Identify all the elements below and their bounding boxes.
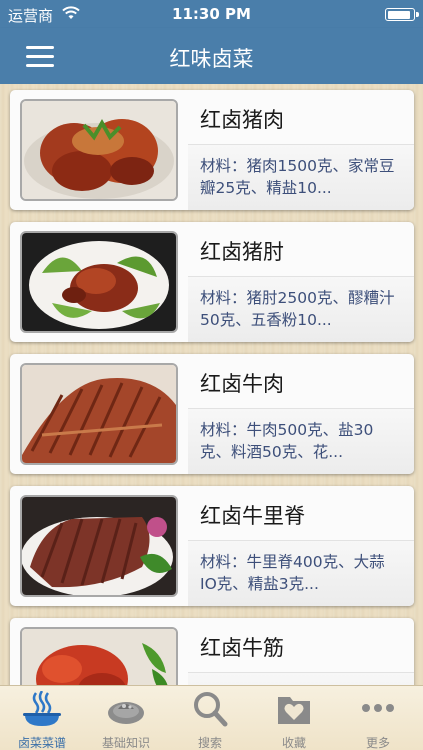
divider bbox=[188, 540, 414, 541]
tab-recipes[interactable]: 卤菜菜谱 bbox=[0, 686, 84, 750]
recipe-description: 材料：牛肉500克、盐30克、料酒50克、花... bbox=[200, 421, 374, 461]
recipe-title: 红卤牛筋 bbox=[200, 636, 284, 660]
recipe-description: 材料：牛里脊400克、大蒜IO克、精盐3克... bbox=[200, 553, 385, 593]
recipe-thumbnail bbox=[20, 627, 178, 685]
tab-label: 基础知识 bbox=[101, 736, 150, 750]
divider bbox=[188, 144, 414, 145]
recipe-card[interactable]: 红卤牛筋 bbox=[10, 618, 414, 685]
search-icon bbox=[194, 692, 228, 727]
page-title: 红味卤菜 bbox=[169, 47, 254, 71]
recipe-description: 材料：猪肉1500克、家常豆瓣25克、精盐10... bbox=[200, 157, 395, 197]
status-bar: 运营商 11:30 PM bbox=[0, 0, 423, 28]
recipe-thumbnail bbox=[20, 99, 178, 201]
recipe-title: 红卤猪肉 bbox=[200, 108, 284, 132]
recipe-title: 红卤牛肉 bbox=[200, 372, 284, 396]
more-icon bbox=[362, 704, 394, 712]
battery-icon bbox=[385, 8, 419, 21]
navigation-bar: 红味卤菜 bbox=[0, 28, 423, 84]
favorites-icon bbox=[278, 697, 310, 724]
dish-icon bbox=[23, 691, 61, 726]
tab-label: 收藏 bbox=[281, 736, 306, 750]
recipe-card[interactable]: 红卤猪肘 材料：猪肘2500克、醪糟汁50克、五香粉10... bbox=[10, 222, 414, 342]
battery-level bbox=[387, 10, 410, 19]
divider bbox=[188, 672, 414, 673]
recipe-card[interactable]: 红卤牛肉 材料：牛肉500克、盐30克、料酒50克、花... bbox=[10, 354, 414, 474]
recipe-thumbnail bbox=[20, 363, 178, 465]
tab-more[interactable]: 更多 bbox=[336, 686, 420, 750]
tab-favorites[interactable]: 收藏 bbox=[252, 686, 336, 750]
recipe-title: 红卤猪肘 bbox=[200, 240, 284, 264]
tab-bar: 卤菜菜谱 基础知识 搜索 收藏 更多 bbox=[0, 685, 423, 750]
tab-label: 更多 bbox=[365, 736, 390, 750]
divider bbox=[188, 408, 414, 409]
recipe-list[interactable]: 红卤猪肉 材料：猪肉1500克、家常豆瓣25克、精盐10... 红卤猪肘 材料：… bbox=[0, 84, 423, 685]
tab-basics[interactable]: 基础知识 bbox=[84, 686, 168, 750]
recipe-thumbnail bbox=[20, 495, 178, 597]
divider bbox=[188, 276, 414, 277]
tab-search[interactable]: 搜索 bbox=[168, 686, 252, 750]
tab-label: 搜索 bbox=[197, 736, 222, 750]
recipe-description: 材料：猪肘2500克、醪糟汁50克、五香粉10... bbox=[200, 289, 395, 329]
recipe-card[interactable]: 红卤猪肉 材料：猪肉1500克、家常豆瓣25克、精盐10... bbox=[10, 90, 414, 210]
recipe-card[interactable]: 红卤牛里脊 材料：牛里脊400克、大蒜IO克、精盐3克... bbox=[10, 486, 414, 606]
plate-icon bbox=[108, 702, 144, 724]
status-time: 11:30 PM bbox=[172, 5, 251, 23]
tab-label: 卤菜菜谱 bbox=[17, 736, 66, 750]
recipe-thumbnail bbox=[20, 231, 178, 333]
recipe-title: 红卤牛里脊 bbox=[200, 504, 305, 528]
